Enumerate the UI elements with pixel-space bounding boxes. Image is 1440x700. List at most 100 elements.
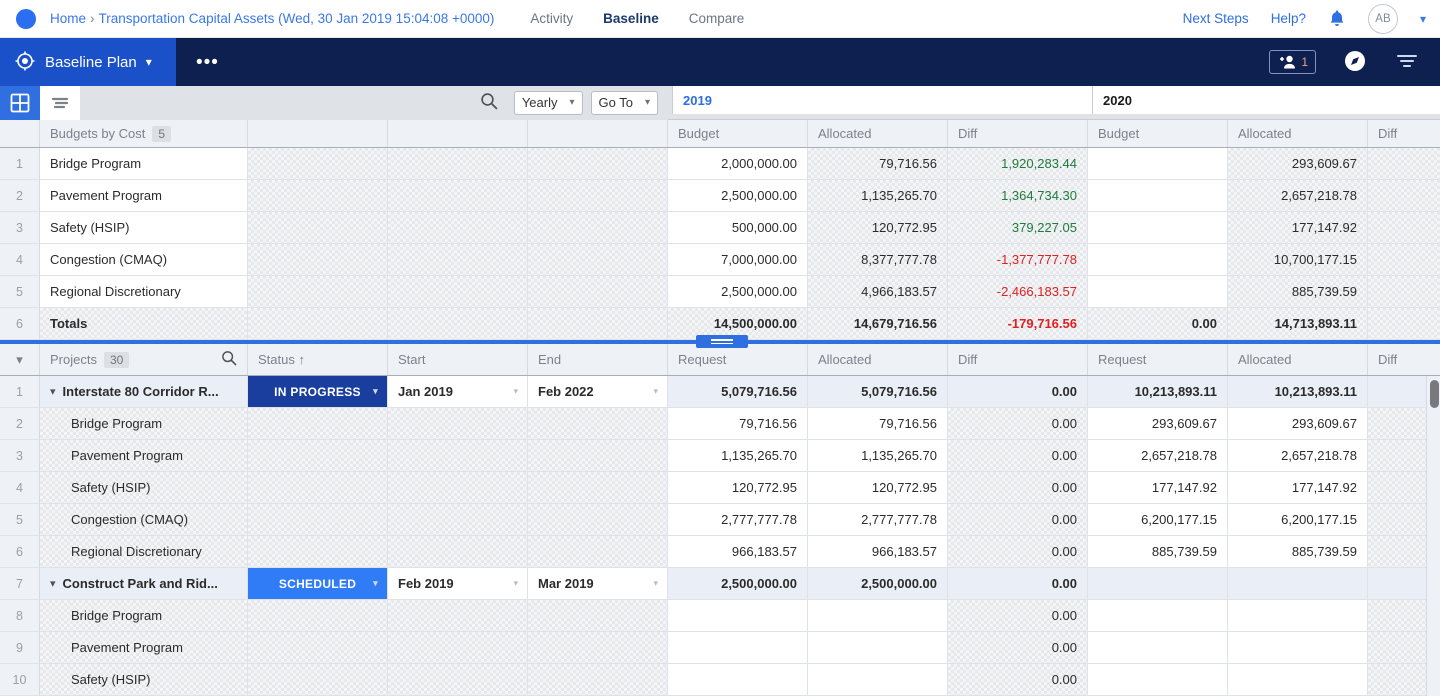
status-cell[interactable]: [248, 408, 388, 440]
cell-2019-budget[interactable]: 2,500,000.00: [668, 276, 808, 308]
header-2020-budget[interactable]: Budget: [1088, 120, 1228, 147]
cell-2020-allocated[interactable]: [1228, 664, 1368, 696]
cell-2020-diff[interactable]: -2,6: [1368, 180, 1440, 212]
chevron-down-icon[interactable]: ▾: [146, 55, 152, 69]
start-date-cell[interactable]: [388, 440, 528, 472]
project-name-cell[interactable]: Pavement Program: [40, 440, 248, 472]
table-row[interactable]: 1 ▾ Interstate 80 Corridor R... IN PROGRESS…: [0, 376, 1440, 408]
cell-2019-allocated[interactable]: [808, 632, 948, 664]
start-date-cell[interactable]: [388, 536, 528, 568]
status-cell[interactable]: SCHEDULED ▾: [248, 568, 388, 600]
header-2020-request[interactable]: Request: [1088, 344, 1228, 375]
compass-icon[interactable]: [1342, 48, 1368, 77]
cell-2020-budget[interactable]: 0.00: [1088, 308, 1228, 340]
table-row[interactable]: 3 Pavement Program 1,135,265.70 1,135,265.7…: [0, 440, 1440, 472]
cell-2020-diff[interactable]: -10: [1368, 244, 1440, 276]
cell-2019-allocated[interactable]: 79,716.56: [808, 408, 948, 440]
table-row[interactable]: 10 Safety (HSIP) 0.00: [0, 664, 1440, 696]
tab-baseline[interactable]: Baseline: [603, 11, 659, 26]
filter-icon[interactable]: [1394, 51, 1420, 74]
status-badge[interactable]: IN PROGRESS ▾: [248, 376, 387, 407]
header-start[interactable]: Start: [388, 344, 528, 375]
cell-2019-budget[interactable]: 2,000,000.00: [668, 148, 808, 180]
cell-2020-budget[interactable]: [1088, 276, 1228, 308]
cell-2020-budget[interactable]: [1088, 244, 1228, 276]
cell-2020-allocated[interactable]: 10,213,893.11: [1228, 376, 1368, 408]
start-date-cell[interactable]: [388, 408, 528, 440]
start-date-cell[interactable]: [388, 472, 528, 504]
header-2020-diff[interactable]: Diff: [1368, 120, 1440, 147]
cell-2019-allocated[interactable]: 120,772.95: [808, 212, 948, 244]
cell-2019-diff[interactable]: 0.00: [948, 600, 1088, 632]
header-2019-diff-lower[interactable]: Diff: [948, 344, 1088, 375]
cell-2019-allocated[interactable]: 966,183.57: [808, 536, 948, 568]
table-row[interactable]: 2 Pavement Program 2,500,000.00 1,135,265.7…: [0, 180, 1440, 212]
chevron-down-icon[interactable]: ▾: [513, 386, 518, 397]
splitter-handle[interactable]: [696, 335, 748, 348]
cell-2019-budget[interactable]: 500,000.00: [668, 212, 808, 244]
project-name-cell[interactable]: Regional Discretionary: [40, 536, 248, 568]
cell-2019-diff[interactable]: 1,920,283.44: [948, 148, 1088, 180]
cell-2019-allocated[interactable]: 1,135,265.70: [808, 180, 948, 212]
table-row[interactable]: 4 Congestion (CMAQ) 7,000,000.00 8,377,777.…: [0, 244, 1440, 276]
start-date-cell[interactable]: [388, 664, 528, 696]
header-2019-allocated-lower[interactable]: Allocated: [808, 344, 948, 375]
status-cell[interactable]: [248, 472, 388, 504]
tab-compare[interactable]: Compare: [689, 11, 745, 26]
start-date-cell[interactable]: Feb 2019 ▾: [388, 568, 528, 600]
cell-2019-budget[interactable]: 2,500,000.00: [668, 180, 808, 212]
cell-2019-request[interactable]: [668, 600, 808, 632]
next-steps-link[interactable]: Next Steps: [1183, 11, 1249, 26]
help-link[interactable]: Help?: [1271, 11, 1306, 26]
end-date-cell[interactable]: Mar 2019 ▾: [528, 568, 668, 600]
cell-2019-budget[interactable]: 7,000,000.00: [668, 244, 808, 276]
table-row[interactable]: 1 Bridge Program 2,000,000.00 79,716.56 1,92…: [0, 148, 1440, 180]
app-logo-icon[interactable]: [16, 8, 36, 29]
status-cell[interactable]: [248, 632, 388, 664]
status-cell[interactable]: [248, 600, 388, 632]
end-date-cell[interactable]: [528, 472, 668, 504]
cell-2020-budget[interactable]: [1088, 212, 1228, 244]
cell-2020-allocated[interactable]: [1228, 600, 1368, 632]
cell-2019-allocated[interactable]: 8,377,777.78: [808, 244, 948, 276]
breadcrumb-title[interactable]: Transportation Capital Assets (Wed, 30 J…: [99, 11, 495, 26]
cell-2019-allocated[interactable]: 5,079,716.56: [808, 376, 948, 408]
period-select[interactable]: Yearly ▾: [513, 90, 583, 115]
goto-select[interactable]: Go To ▾: [590, 90, 658, 115]
cell-2019-request[interactable]: 120,772.95: [668, 472, 808, 504]
header-2020-allocated[interactable]: Allocated: [1228, 120, 1368, 147]
cell-2019-request[interactable]: 2,777,777.78: [668, 504, 808, 536]
cell-2020-budget[interactable]: [1088, 180, 1228, 212]
cell-2020-allocated[interactable]: 2,657,218.78: [1228, 440, 1368, 472]
table-row[interactable]: 4 Safety (HSIP) 120,772.95 120,772.95 0.00 17…: [0, 472, 1440, 504]
table-row[interactable]: 5 Congestion (CMAQ) 2,777,777.78 2,777,777.…: [0, 504, 1440, 536]
cell-2020-request[interactable]: 6,200,177.15: [1088, 504, 1228, 536]
cell-2019-diff[interactable]: 0.00: [948, 504, 1088, 536]
cell-2019-allocated[interactable]: 1,135,265.70: [808, 440, 948, 472]
cell-2019-request[interactable]: 966,183.57: [668, 536, 808, 568]
cell-2020-request[interactable]: 2,657,218.78: [1088, 440, 1228, 472]
cost-category-cell[interactable]: Bridge Program: [40, 148, 248, 180]
cell-2020-allocated[interactable]: 177,147.92: [1228, 212, 1368, 244]
vertical-scrollbar[interactable]: [1426, 376, 1440, 696]
cell-2020-request[interactable]: [1088, 632, 1228, 664]
cell-2019-allocated[interactable]: [808, 664, 948, 696]
table-row[interactable]: 3 Safety (HSIP) 500,000.00 120,772.95 379,22…: [0, 212, 1440, 244]
cell-2020-allocated[interactable]: 293,609.67: [1228, 148, 1368, 180]
cell-2019-diff[interactable]: 0.00: [948, 664, 1088, 696]
start-date-cell[interactable]: [388, 632, 528, 664]
cell-2020-allocated[interactable]: 885,739.59: [1228, 276, 1368, 308]
cell-2019-request[interactable]: [668, 632, 808, 664]
project-name-cell[interactable]: Congestion (CMAQ): [40, 504, 248, 536]
chevron-down-icon[interactable]: ▾: [50, 385, 56, 398]
project-name-cell[interactable]: Safety (HSIP): [40, 472, 248, 504]
header-2019-budget[interactable]: Budget: [668, 120, 808, 147]
end-date-cell[interactable]: Feb 2022 ▾: [528, 376, 668, 408]
project-name-cell[interactable]: Pavement Program: [40, 632, 248, 664]
cell-2020-budget[interactable]: [1088, 148, 1228, 180]
cell-2020-allocated[interactable]: 177,147.92: [1228, 472, 1368, 504]
end-date-cell[interactable]: [528, 536, 668, 568]
cell-2019-allocated[interactable]: 2,777,777.78: [808, 504, 948, 536]
header-end[interactable]: End: [528, 344, 668, 375]
project-name-cell[interactable]: Bridge Program: [40, 408, 248, 440]
